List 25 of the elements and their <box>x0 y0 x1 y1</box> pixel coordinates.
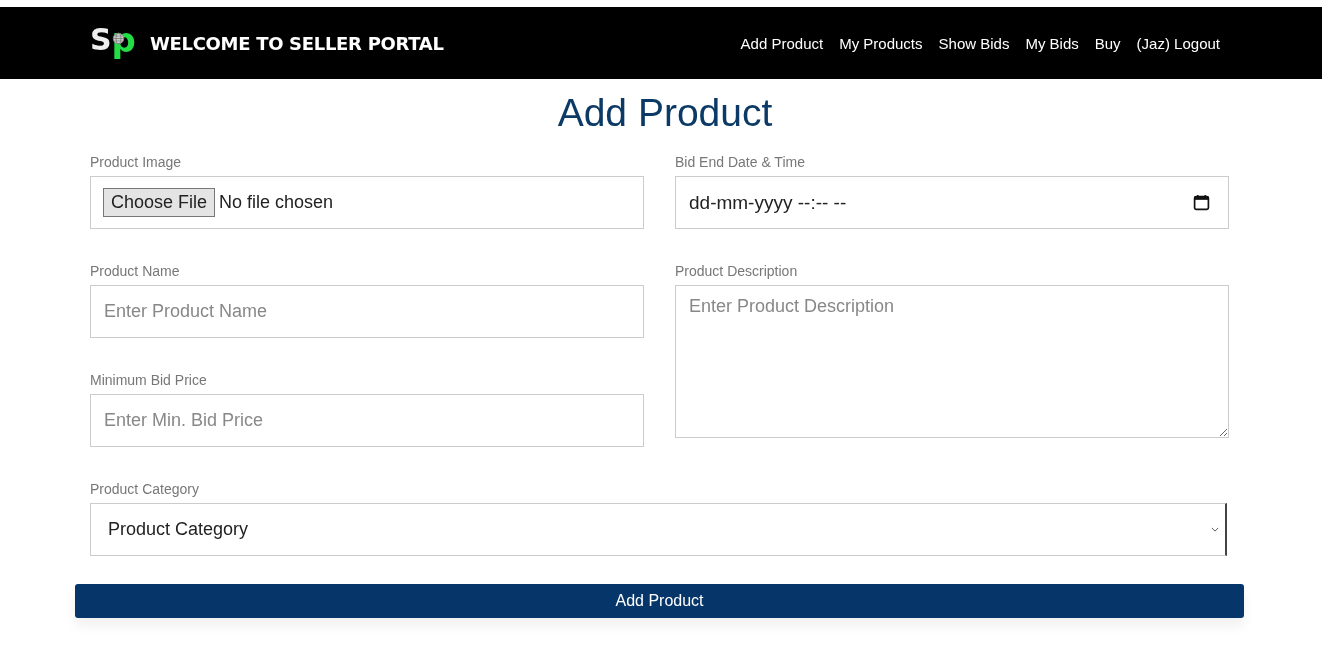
field-label: Product Image <box>90 153 183 171</box>
field-label: Minimum Bid Price <box>90 371 208 389</box>
site-title: WELCOME TO SELLER PORTAL <box>149 32 444 54</box>
calendar-icon[interactable] <box>1193 194 1210 211</box>
file-status: No file chosen <box>219 192 334 213</box>
bid-price-field[interactable]: Enter Min. Bid Price <box>90 394 644 447</box>
field-label: Product Description <box>675 262 799 280</box>
product-name-field[interactable]: Enter Product Name <box>90 285 644 338</box>
page-title: Add Product <box>556 90 774 136</box>
nav-link[interactable]: My Bids <box>1025 34 1079 52</box>
description-field[interactable]: Enter Product Description <box>675 285 1229 438</box>
nav-link[interactable]: (Jaz) Logout <box>1136 34 1220 52</box>
nav-link[interactable]: Show Bids <box>938 34 1010 52</box>
choose-file-button[interactable]: Choose File <box>103 188 216 217</box>
file-input[interactable]: Choose File No file chosen <box>90 176 644 229</box>
nav-link[interactable]: Add Product <box>740 34 824 52</box>
nav-link[interactable]: My Products <box>839 34 923 52</box>
field-label: Product Name <box>90 262 181 280</box>
add-product-button[interactable]: Add Product <box>75 584 1244 618</box>
category-dropdown[interactable]: Product Category <box>90 503 1227 556</box>
field-label: Bid End Date & Time <box>675 153 806 171</box>
nav-link[interactable]: Buy <box>1094 34 1121 52</box>
date-time-field[interactable]: dd-mm-yyyy --:-- -- <box>675 176 1229 229</box>
field-label: Product Category <box>90 480 200 498</box>
chevron-down-icon <box>1211 527 1219 532</box>
